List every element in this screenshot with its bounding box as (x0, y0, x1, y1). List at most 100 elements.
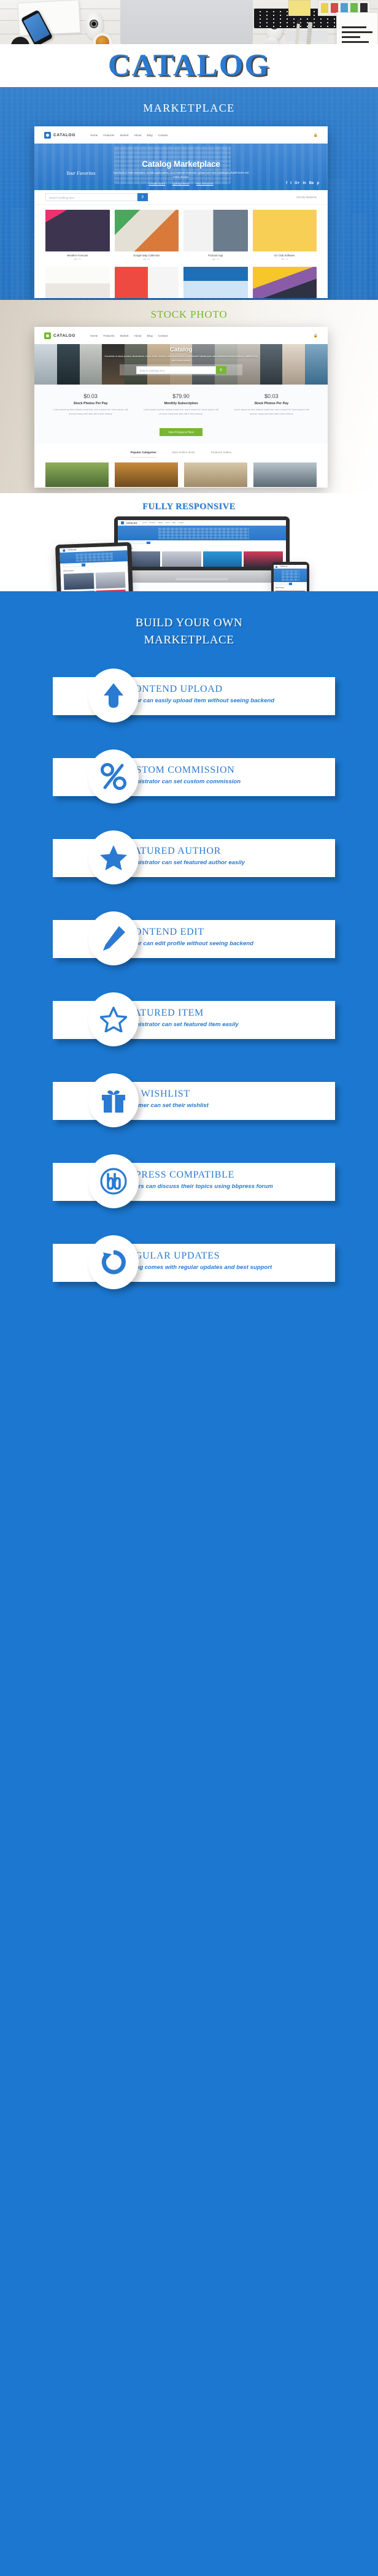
price-desc: Lorem Ipsum as their default model text,… (234, 408, 309, 416)
product-card[interactable]: User Profile App ●9 ♡1 (45, 267, 110, 298)
nav-item-features[interactable]: Features (103, 334, 114, 337)
pricing-card: $79.90 Monthly Subscription Lorem Ipsum … (136, 393, 226, 416)
product-grid-row-1: Weather Forecast ●9 ♡1 Google Map Collec… (45, 210, 317, 261)
device-hero (274, 569, 307, 582)
nav-item-blog[interactable]: Blog (147, 134, 153, 137)
catalog-logo-icon (276, 565, 277, 568)
stockphoto-heading: STOCK PHOTO (150, 309, 228, 320)
tablet-device: CATALOG Recent Items (55, 542, 134, 591)
tab-featured-sellers[interactable]: Featured Sellers (211, 451, 232, 458)
page-title: CATALOG (107, 48, 271, 83)
linkedin-icon[interactable]: in (303, 182, 306, 185)
laptop-device: CATALOG Home Features Market Forum Blog … (104, 516, 299, 583)
nav-item-market[interactable]: Market (158, 522, 163, 524)
nav-item-about[interactable]: About (134, 334, 142, 337)
tab-popular-categories[interactable]: Popular Categories (130, 451, 156, 458)
category-card[interactable]: Religion (184, 462, 247, 488)
product-card[interactable]: Google Map Collection ●9 ♡2 (114, 210, 179, 261)
product-card[interactable]: Profile Application ●9 ♡1 (252, 267, 317, 298)
feature-desc: Catalog comes with regular updates and b… (122, 1263, 272, 1271)
search-icon[interactable]: ⚲ (137, 193, 148, 201)
sort-dropdown[interactable]: Sort By Newness (296, 196, 317, 199)
site-logo[interactable]: CATALOG (44, 131, 75, 139)
nav-item-blog[interactable]: Blog (172, 522, 176, 524)
feature-list: FRONTEND UPLOAD Vendor can easily upload… (0, 669, 378, 1316)
product-meta: ●9 ♡4 (212, 258, 219, 261)
pricing-card: $0.03 Stock Photos Per Pay Lorem Ipsum a… (226, 393, 317, 416)
device-recent-items: Recent Items (60, 565, 129, 591)
product-card[interactable]: Login Box (Custom) ●9 ♡0 (183, 267, 248, 298)
nav-item-contact[interactable]: Contact (158, 134, 168, 137)
product-card[interactable]: DJ Club Software ●9 ♡1 (252, 210, 317, 261)
device-search-input[interactable] (276, 582, 289, 586)
google-plus-icon[interactable]: G+ (295, 182, 299, 185)
feature-item-featured-item[interactable]: FEATURED ITEM Administrator can set feat… (43, 992, 335, 1046)
feature-desc: Customer can set their wishlist (122, 1102, 209, 1109)
category-card[interactable]: Site Template (253, 462, 317, 488)
hero-link-upload-work[interactable]: Upload Work (172, 182, 190, 185)
view-pricings-button[interactable]: View Pricings & Plans (160, 428, 202, 437)
site-navbar: CATALOG Home Features Market About Blog … (34, 126, 328, 144)
feature-desc: Authors can discuss their topics using b… (122, 1183, 273, 1190)
sp-category-grid: i tunes iOS Apps Religion Site Template … (34, 458, 328, 488)
nav-item-home[interactable]: Home (142, 522, 147, 524)
product-card[interactable]: Weather Forecast ●9 ♡1 (45, 210, 110, 261)
catalog-logo-icon (63, 549, 66, 552)
section-title: Recent Items (121, 547, 283, 550)
behance-icon[interactable]: Be (309, 182, 314, 185)
sp-pricing-cta: View Pricings & Plans (34, 424, 328, 444)
search-icon[interactable] (82, 563, 86, 567)
pricing-card: $0.03 Stock Photos Per Pay Lorem Ipsum a… (45, 393, 136, 416)
nav-item-market[interactable]: Market (120, 334, 128, 337)
sp-site-logo[interactable]: CATALOG (44, 332, 75, 339)
price-amount: $0.03 (83, 393, 98, 399)
catalog-logo-icon (44, 332, 51, 339)
product-title: Podcast App (208, 254, 223, 257)
product-card[interactable]: Podcast App ●9 ♡4 (183, 210, 248, 261)
feature-item-frontend-edit[interactable]: FRONTEND EDIT Vendor can edit profile wi… (43, 911, 335, 965)
build-heading: BUILD YOUR OWN MARKETPLACE (0, 615, 378, 648)
nav-item-contact[interactable]: Contact (178, 522, 183, 524)
hero-link-our-services[interactable]: Our Services (196, 182, 214, 185)
category-card[interactable]: iOS Apps (115, 462, 178, 488)
feature-desc: Vendor can easily upload item without se… (122, 697, 275, 704)
site-body: Search anything here. ⚲ Sort By Newness … (34, 190, 328, 298)
search-icon[interactable] (147, 541, 150, 545)
nav-item-features[interactable]: Features (103, 134, 114, 137)
cart-icon[interactable]: 🔒 (314, 133, 318, 137)
search-icon[interactable] (289, 582, 292, 586)
sp-search-input[interactable]: Search anything here. (136, 366, 216, 374)
hero-link-create-store[interactable]: Create Store (148, 182, 165, 185)
twitter-icon[interactable]: t (290, 182, 291, 185)
feature-item-featured-author[interactable]: FEATURED AUTHOR Administrator can set fe… (43, 830, 335, 884)
nav-item-contact[interactable]: Contact (158, 334, 168, 337)
site-nav-links: Home Features Market About Blog Contact (90, 134, 168, 137)
pinterest-icon[interactable]: p (317, 182, 319, 185)
feature-item-wc-wishlist[interactable]: WC WISHLIST Customer can set their wishl… (43, 1073, 335, 1127)
nav-item-market[interactable]: Market (120, 134, 128, 137)
category-card[interactable]: i tunes (45, 462, 109, 488)
feature-item-bbpress-compatible[interactable]: BBPRESS COMPATIBLE Authors can discuss t… (43, 1154, 335, 1208)
facebook-icon[interactable]: f (286, 182, 287, 185)
nav-item-home[interactable]: Home (90, 334, 98, 337)
nav-item-about[interactable]: About (134, 134, 142, 137)
feature-title: REGULAR UPDATES (122, 1251, 220, 1261)
desk-hero-photo (0, 0, 378, 44)
search-icon[interactable]: ⚲ (215, 366, 226, 374)
device-stage: CATALOG Home Features Market Forum Blog … (0, 516, 378, 591)
nav-item-blog[interactable]: Blog (147, 334, 153, 337)
feature-item-regular-updates[interactable]: REGULAR UPDATES Catalog comes with regul… (43, 1235, 335, 1289)
star-outline-icon (88, 992, 139, 1046)
feature-item-frontend-upload[interactable]: FRONTEND UPLOAD Vendor can easily upload… (43, 669, 335, 723)
product-meta: ●9 ♡2 (143, 258, 150, 261)
device-search-input[interactable] (63, 563, 82, 567)
device-recent-items: Recent Items Weather Forecast Google Map… (118, 545, 286, 567)
feature-item-custom-commission[interactable]: CUSTOM COMMISSION Administrator can set … (43, 749, 335, 803)
nav-item-features[interactable]: Features (149, 522, 155, 524)
nav-item-home[interactable]: Home (90, 134, 98, 137)
tab-best-sellers[interactable]: Best Sellers Items (172, 451, 195, 458)
search-input[interactable]: Search anything here. (45, 193, 137, 201)
cart-icon[interactable]: 🔒 (314, 334, 318, 338)
nav-item-forum[interactable]: Forum (166, 522, 171, 524)
product-card[interactable]: Mail Application ●9 ♡4 (114, 267, 179, 298)
